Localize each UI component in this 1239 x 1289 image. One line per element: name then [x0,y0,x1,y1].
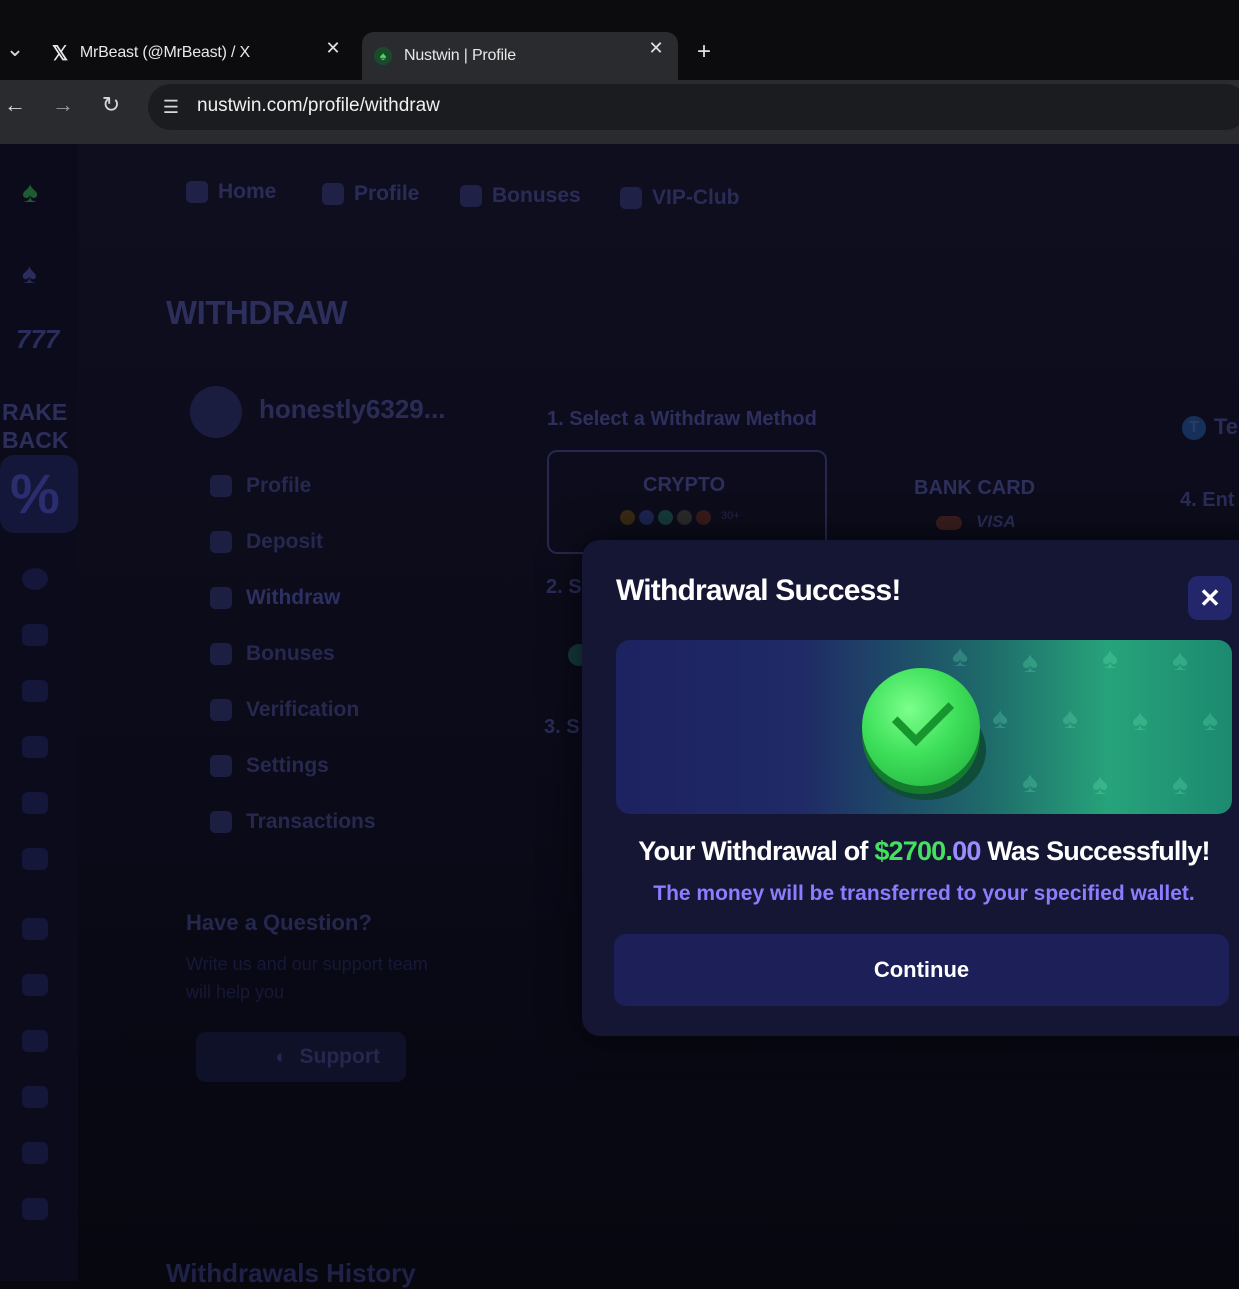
url-text: nustwin.com/profile/withdraw [197,95,440,116]
wallet-icon [210,531,232,553]
user-icon [322,183,344,205]
tab-nustwin[interactable]: ♠ Nustwin | Profile [362,32,678,80]
spade-pattern-icon: ♠ [952,640,968,673]
right-column-label: Te [1214,414,1239,439]
nav-profile[interactable]: Profile [322,182,419,206]
menu-item-settings[interactable]: Settings [210,754,329,778]
withdrawals-history-title: Withdrawals History [166,1258,416,1288]
spade-pattern-icon: ♠ [1172,644,1188,677]
back-arrow-icon[interactable]: ← [0,90,30,120]
tether-icon: T [1182,416,1206,440]
tether-icon [658,510,673,525]
gear-icon [210,755,232,777]
tab-mrbeast[interactable]: 𝕏 MrBeast (@MrBeast) / X [52,30,250,76]
gift-icon [460,185,482,207]
spade-pattern-icon: ♠ [1172,768,1188,801]
step-2-label: 2. S [546,576,582,598]
forward-arrow-icon[interactable]: → [48,90,78,120]
menu-item-profile[interactable]: Profile [210,474,311,498]
casino-icon[interactable]: ♠ [22,258,37,290]
gift-icon [210,643,232,665]
sidebar-icon[interactable] [22,1030,48,1052]
spade-pattern-icon: ♠ [1092,768,1108,801]
sidebar-icon[interactable] [22,848,48,870]
spade-pattern-icon: ♠ [1132,704,1148,737]
mastercard-icon [936,516,962,530]
sidebar-icon[interactable] [22,918,48,940]
close-tab-icon[interactable]: ✕ [644,36,668,60]
sidebar-icon[interactable] [22,1142,48,1164]
sidebar-icon[interactable] [22,680,48,702]
rakeback-label[interactable]: RAKE BACK [2,398,68,454]
spade-pattern-icon: ♠ [1202,704,1218,737]
step-3-label: 3. S [544,716,580,738]
sidebar-icon[interactable] [22,1198,48,1220]
sidebar-icon[interactable] [22,624,48,646]
bank-card-label[interactable]: BANK CARD [914,477,1035,500]
withdrawal-message: Your Withdrawal of $2700.00 Was Successf… [638,836,1210,866]
menu-item-deposit[interactable]: Deposit [210,530,323,554]
page-title: WITHDRAW [166,294,348,331]
withdrawal-amount: $2700. [874,836,953,866]
shield-icon [210,699,232,721]
tab-title: Nustwin | Profile [404,47,516,64]
sidebar [0,144,78,1281]
close-tab-icon[interactable]: ✕ [321,36,345,60]
question-text: Write us and our support team will help … [186,954,428,1002]
close-modal-button[interactable]: ✕ [1188,576,1232,620]
withdrawal-amount-cents: 00 [952,836,981,866]
crypto-method-card[interactable] [547,450,827,554]
tron-icon [696,510,711,525]
withdrawal-subtext: The money will be transferred to your sp… [653,882,1195,905]
bitcoin-icon [620,510,635,525]
new-tab-button[interactable]: + [692,40,716,64]
list-icon [210,811,232,833]
crypto-coins-icons: 30+ [620,510,740,525]
more-coins-count: 30+ [721,510,740,522]
site-settings-icon[interactable]: ☰ [156,92,186,122]
menu-item-bonuses[interactable]: Bonuses [210,642,335,666]
step-4-label: 4. Ent [1180,489,1235,511]
menu-item-transactions[interactable]: Transactions [210,810,376,834]
x-logo-icon: 𝕏 [52,42,68,65]
spade-pattern-icon: ♠ [1102,642,1118,675]
nav-home[interactable]: Home [186,180,276,204]
user-icon [210,475,232,497]
continue-button[interactable]: Continue [614,934,1229,1006]
spade-pattern-icon: ♠ [992,702,1008,735]
avatar [190,386,242,438]
sidebar-icon[interactable] [22,792,48,814]
sidebar-icon[interactable] [22,568,48,590]
support-button[interactable]: ◐ Support [196,1032,406,1082]
menu-item-withdraw[interactable]: Withdraw [210,586,340,610]
sidebar-icon[interactable] [22,1086,48,1108]
slots-777-icon[interactable]: 777 [16,324,59,355]
crypto-label: CRYPTO [643,474,726,496]
nav-bonuses[interactable]: Bonuses [460,184,581,208]
username: honestly6329... [259,394,446,424]
reload-icon[interactable]: ↻ [96,90,126,120]
rakeback-percent-icon[interactable]: % [0,455,78,533]
menu-item-verification[interactable]: Verification [210,698,359,722]
spade-pattern-icon: ♠ [1022,646,1038,679]
litecoin-icon [677,510,692,525]
sidebar-icon[interactable] [22,974,48,996]
nustwin-logo-icon: ♠ [374,47,392,65]
sidebar-icon[interactable] [22,736,48,758]
tab-title: MrBeast (@MrBeast) / X [79,44,251,61]
star-icon [620,187,642,209]
withdraw-method-label: 1. Select a Withdraw Method [547,408,817,430]
tab-list-chevron-icon[interactable]: ⌄ [0,34,30,64]
home-icon [186,181,208,203]
bag-icon [210,587,232,609]
modal-title: Withdrawal Success! [616,574,901,607]
ethereum-icon [639,510,654,525]
visa-icon: VISA [976,512,1016,531]
logo-icon[interactable]: ♠ [22,176,38,210]
spade-pattern-icon: ♠ [1062,702,1078,735]
nav-vip-club[interactable]: VIP-Club [620,186,740,210]
headset-icon: ◐ [275,1045,288,1068]
question-title: Have a Question? [186,910,372,935]
spade-pattern-icon: ♠ [1022,766,1038,799]
